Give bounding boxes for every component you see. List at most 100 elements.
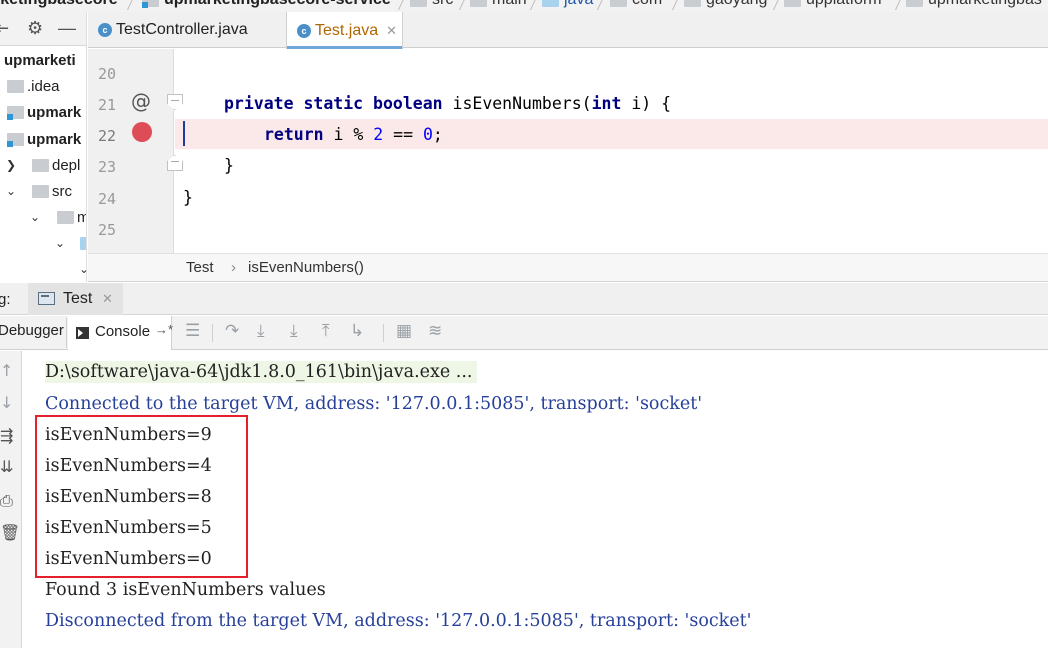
tab-debugger[interactable]: Debugger: [0, 322, 64, 339]
chevron-down-icon[interactable]: ⌄: [30, 210, 42, 224]
collapse-icon[interactable]: ⇤: [0, 18, 9, 38]
scroll-to-end-icon[interactable]: ⇊: [0, 457, 13, 476]
tree-item-root[interactable]: upmarketi: [0, 47, 86, 73]
code-line-23: }: [224, 156, 234, 175]
package-icon: [906, 0, 923, 7]
text-caret: [183, 121, 185, 146]
tab-console[interactable]: Console →*: [68, 316, 173, 350]
breadcrumb-method[interactable]: isEvenNumbers(): [248, 259, 364, 276]
console-line-summary: Found 3 isEvenNumbers values: [45, 580, 326, 600]
line-number: 21: [97, 96, 116, 114]
package-icon: [784, 0, 801, 7]
module-folder-icon: [7, 132, 24, 147]
tab-test-java[interactable]: c Test.java ✕: [286, 12, 403, 49]
breakpoint-icon[interactable]: [132, 122, 152, 142]
nav-crumb-service-module[interactable]: upmarketingbasecore-service: [142, 0, 391, 9]
nav-crumb-upplatform[interactable]: upplatform: [784, 0, 882, 9]
console-line: isEvenNumbers=4: [45, 456, 212, 476]
class-icon: c: [98, 23, 112, 37]
module-folder-icon: [142, 0, 159, 8]
package-icon: [610, 0, 627, 7]
divider: [66, 318, 67, 348]
force-step-into-icon[interactable]: ⤓: [290, 321, 298, 341]
folder-icon: [32, 158, 49, 172]
chevron-down-icon[interactable]: ⌄: [55, 236, 67, 250]
tree-item-package[interactable]: ⌄: [0, 256, 86, 282]
tab-testcontroller-java[interactable]: c TestController.java: [98, 12, 248, 48]
step-out-icon[interactable]: ⤒: [322, 321, 330, 341]
close-icon[interactable]: ✕: [102, 291, 113, 307]
tree-item-main[interactable]: ⌄ m: [0, 204, 86, 230]
class-icon: c: [297, 23, 311, 38]
console-line: isEvenNumbers=0: [45, 549, 212, 569]
folder-icon: [7, 79, 24, 93]
debug-toolbar: Debugger Console →* ☰ ↷ ⤓ ⤓ ⤒ ↳ ▦ ≋: [0, 316, 1048, 350]
divider: [383, 324, 384, 342]
divider: [212, 324, 213, 342]
step-over-icon[interactable]: ↷: [225, 321, 239, 341]
scroll-down-icon[interactable]: ↓: [0, 393, 13, 412]
nav-crumb-java[interactable]: java: [542, 0, 593, 9]
drop-frame-icon[interactable]: ↳: [350, 321, 364, 341]
nav-separator: [596, 0, 605, 10]
print-icon[interactable]: ⎙: [0, 491, 13, 511]
editor-gutter[interactable]: 20 21 22 23 24 25 @: [88, 49, 174, 253]
hide-icon[interactable]: —: [58, 18, 76, 38]
tree-item-src[interactable]: ⌄ src: [0, 178, 86, 204]
breadcrumb-class[interactable]: Test: [186, 259, 214, 276]
navigation-bar: rketingbasecore upmarketingbasecore-serv…: [0, 0, 1048, 12]
close-icon[interactable]: ✕: [386, 23, 397, 39]
evaluate-expression-icon[interactable]: ▦: [396, 321, 412, 341]
run-config-tab-test[interactable]: Test ✕: [28, 283, 123, 315]
gear-icon[interactable]: ⚙: [27, 18, 43, 38]
annotation-icon[interactable]: @: [131, 89, 151, 113]
tree-item-java[interactable]: ⌄: [0, 230, 86, 256]
source-folder-icon: [80, 236, 86, 250]
step-into-icon[interactable]: ⤓: [257, 321, 265, 341]
debug-window-label: g:: [0, 291, 11, 308]
source-folder-icon: [542, 0, 559, 7]
nav-crumb-main[interactable]: main: [470, 0, 527, 9]
nav-crumb-gaoyang[interactable]: gaoyang: [684, 0, 767, 9]
tree-item-module[interactable]: upmark: [0, 99, 86, 125]
console-output[interactable]: D:\software\java-64\jdk1.8.0_161\bin\jav…: [23, 351, 1048, 648]
console-line: isEvenNumbers=8: [45, 487, 212, 507]
folder-icon: [410, 0, 427, 7]
tree-item-module[interactable]: upmark: [0, 126, 86, 152]
nav-crumb-upmarketingbas[interactable]: upmarketingbas: [906, 0, 1042, 9]
console-line: isEvenNumbers=5: [45, 518, 212, 538]
run-config-icon: [38, 292, 55, 305]
line-number: 23: [97, 158, 116, 176]
trash-icon[interactable]: 🗑: [0, 523, 20, 542]
package-icon: [684, 0, 701, 7]
line-number: 25: [97, 221, 116, 239]
console-line: isEvenNumbers=9: [45, 425, 212, 445]
module-folder-icon: [7, 105, 24, 120]
tree-item-idea[interactable]: .idea: [0, 73, 86, 99]
nav-separator: [772, 0, 781, 10]
nav-crumb-com[interactable]: com: [610, 0, 662, 9]
console-line-connected: Connected to the target VM, address: '12…: [45, 394, 703, 414]
project-toolbar: ⇤ ⚙ —: [0, 12, 86, 46]
folder-icon: [32, 184, 49, 198]
console-line-disconnected: Disconnected from the target VM, address…: [45, 611, 752, 631]
restore-layout-icon[interactable]: →*: [155, 322, 173, 337]
code-editor[interactable]: 20 21 22 23 24 25 @ private static boole…: [88, 49, 1048, 253]
breadcrumb-separator: ›: [231, 259, 236, 276]
chevron-down-icon[interactable]: ⌄: [6, 184, 18, 198]
nav-crumb-module[interactable]: rketingbasecore: [0, 0, 118, 9]
soft-wrap-icon[interactable]: ⇶: [0, 426, 13, 445]
nav-crumb-src[interactable]: src: [410, 0, 453, 9]
tree-item-deploy[interactable]: ❯ depl: [0, 152, 86, 178]
nav-separator: [458, 0, 467, 10]
editor-tab-bar: c TestController.java c Test.java ✕: [88, 12, 1048, 49]
scroll-up-icon[interactable]: ↑: [0, 361, 13, 380]
console-line-command: D:\software\java-64\jdk1.8.0_161\bin\jav…: [45, 361, 477, 383]
chevron-right-icon[interactable]: ❯: [6, 158, 18, 172]
chevron-down-icon[interactable]: ⌄: [79, 262, 86, 276]
console-side-toolbar: ↑ ↓ ⇶ ⇊ ⎙ 🗑: [0, 351, 22, 648]
show-frames-icon[interactable]: ☰: [185, 321, 200, 341]
folder-icon: [57, 210, 74, 224]
code-line-24: }: [183, 188, 193, 207]
trace-stream-icon[interactable]: ≋: [428, 321, 442, 341]
